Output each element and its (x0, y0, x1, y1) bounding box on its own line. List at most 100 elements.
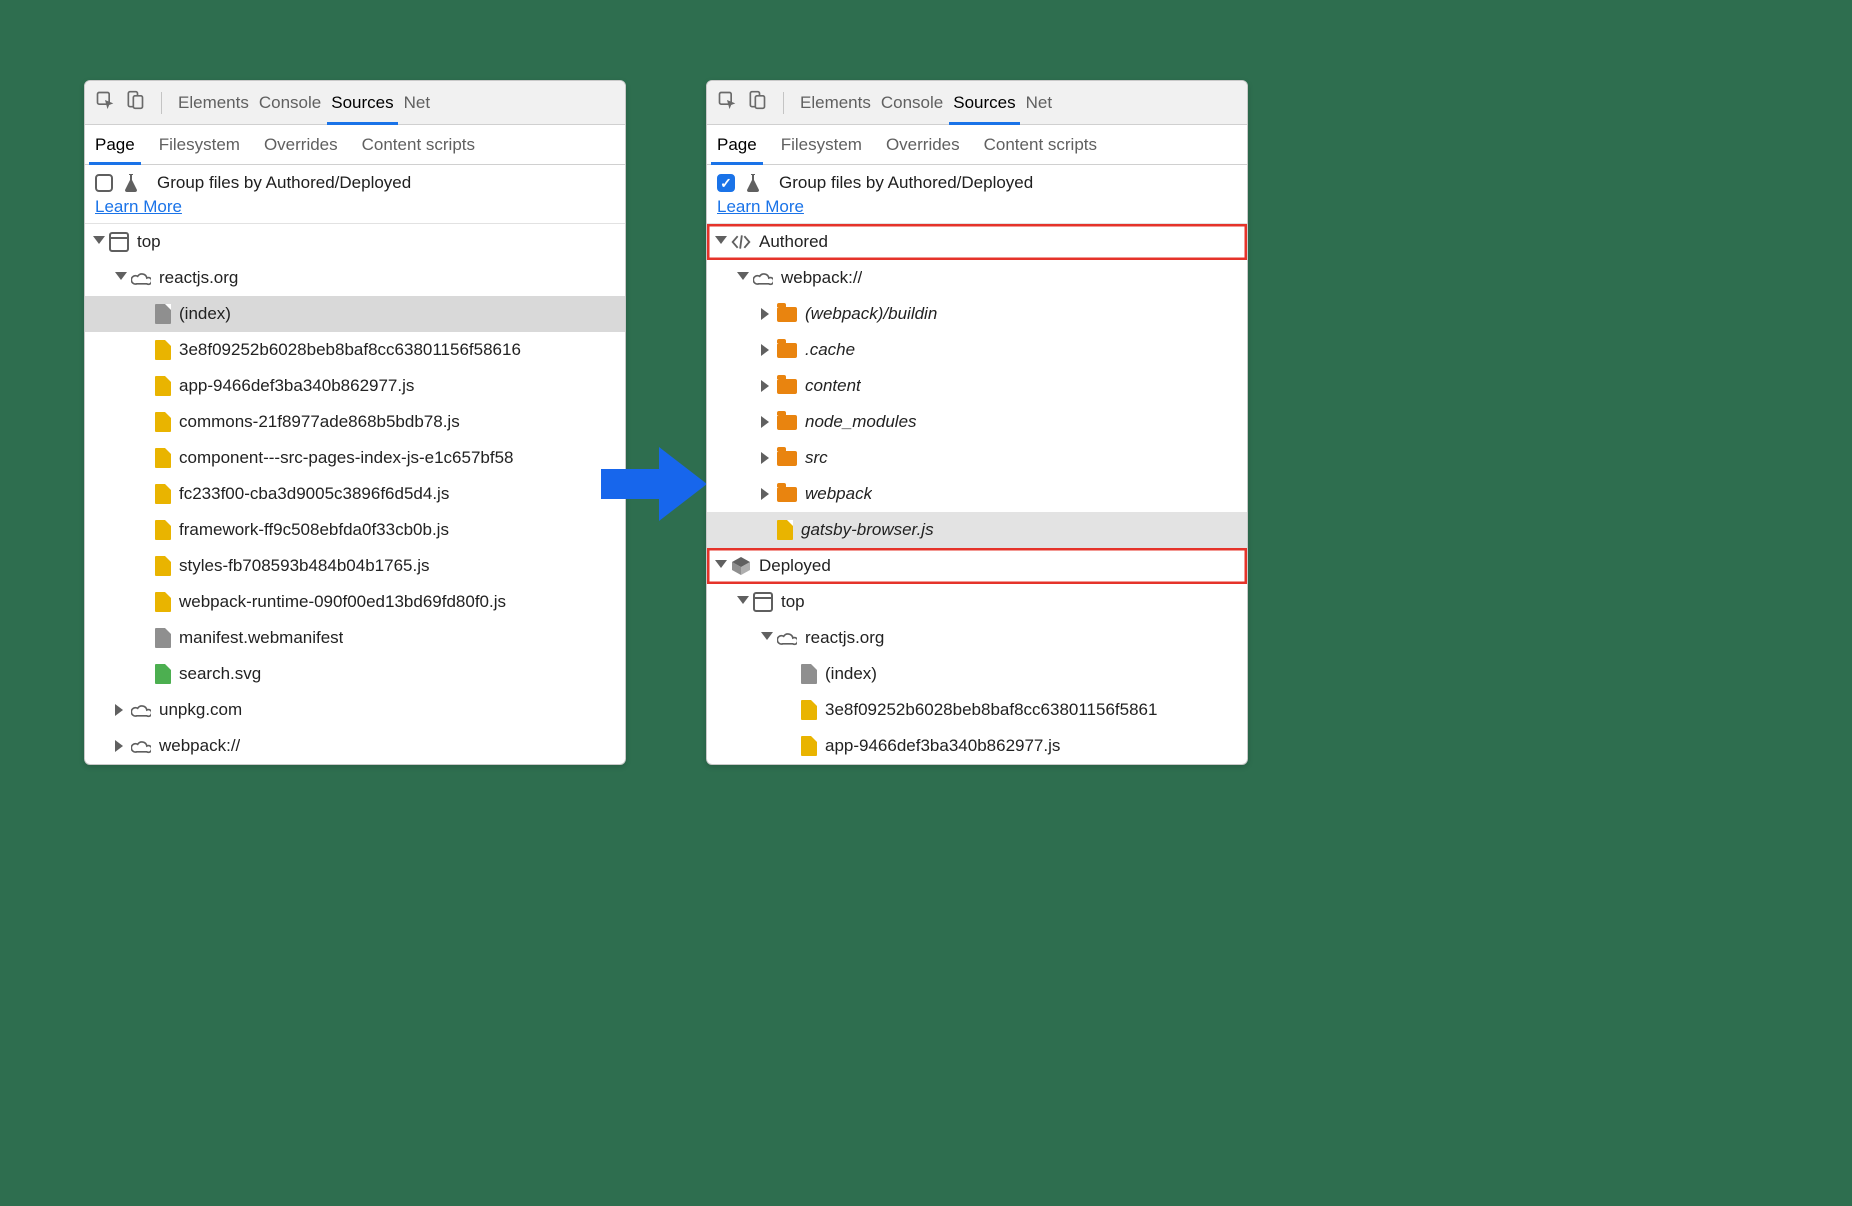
group-label: Group files by Authored/Deployed (157, 173, 411, 193)
tab-elements[interactable]: Elements (800, 93, 871, 113)
device-toggle-icon[interactable] (747, 90, 767, 115)
tree-group-authored[interactable]: Authored (707, 224, 1247, 260)
flask-icon (743, 173, 763, 193)
subtab-page[interactable]: Page (95, 125, 135, 164)
group-checkbox-checked[interactable]: ✓ (717, 174, 735, 192)
flask-icon (121, 173, 141, 193)
inspect-icon[interactable] (95, 90, 115, 115)
subtab-filesystem[interactable]: Filesystem (781, 135, 862, 155)
tree-domain-reactjs[interactable]: reactjs.org (85, 260, 625, 296)
tree-folder[interactable]: content (707, 368, 1247, 404)
tree-file[interactable]: webpack-runtime-090f00ed13bd69fd80f0.js (85, 584, 625, 620)
group-checkbox-unchecked[interactable] (95, 174, 113, 192)
chevron-down-icon (93, 236, 105, 248)
separator (161, 92, 162, 114)
subtab-content-scripts[interactable]: Content scripts (984, 135, 1097, 155)
learn-more-link[interactable]: Learn More (95, 197, 182, 217)
tab-console[interactable]: Console (881, 93, 943, 113)
chevron-right-icon (761, 380, 773, 392)
subtab-overrides[interactable]: Overrides (886, 135, 960, 155)
tree-folder[interactable]: (webpack)/buildin (707, 296, 1247, 332)
chevron-down-icon (737, 596, 749, 608)
tree-file-index[interactable]: (index) (707, 656, 1247, 692)
chevron-down-icon (715, 236, 727, 248)
folder-icon (777, 451, 797, 466)
separator (783, 92, 784, 114)
cloud-icon (131, 700, 151, 720)
transition-arrow-icon (601, 447, 721, 521)
js-file-icon (155, 484, 171, 504)
tree-top[interactable]: top (85, 224, 625, 260)
tree-file[interactable]: 3e8f09252b6028beb8baf8cc63801156f58616 (85, 332, 625, 368)
js-file-icon (155, 556, 171, 576)
tree-top[interactable]: top (707, 584, 1247, 620)
tree-domain-webpack[interactable]: webpack:// (707, 260, 1247, 296)
tree-file[interactable]: component---src-pages-index-js-e1c657bf5… (85, 440, 625, 476)
group-files-option: ✓ Group files by Authored/Deployed Learn… (707, 165, 1247, 224)
chevron-right-icon (115, 740, 127, 752)
frame-icon (109, 232, 129, 252)
device-toggle-icon[interactable] (125, 90, 145, 115)
tab-network[interactable]: Net (1026, 93, 1052, 113)
inspect-icon[interactable] (717, 90, 737, 115)
folder-icon (777, 307, 797, 322)
chevron-right-icon (115, 704, 127, 716)
chevron-right-icon (761, 488, 773, 500)
sources-sub-tabs: Page Filesystem Overrides Content script… (707, 125, 1247, 165)
js-file-icon (155, 592, 171, 612)
tab-console[interactable]: Console (259, 93, 321, 113)
devtools-panel-before: Elements Console Sources Net Page Filesy… (84, 80, 626, 765)
devtools-main-tabs: Elements Console Sources Net (707, 81, 1247, 125)
tree-folder[interactable]: .cache (707, 332, 1247, 368)
tree-domain-webpack[interactable]: webpack:// (85, 728, 625, 764)
tree-file[interactable]: styles-fb708593b484b04b1765.js (85, 548, 625, 584)
js-file-icon (155, 376, 171, 396)
learn-more-link[interactable]: Learn More (717, 197, 804, 217)
chevron-right-icon (761, 344, 773, 356)
cloud-icon (131, 268, 151, 288)
tree-group-deployed[interactable]: Deployed (707, 548, 1247, 584)
chevron-down-icon (761, 632, 773, 644)
tab-sources[interactable]: Sources (953, 81, 1015, 124)
tree-file[interactable]: app-9466def3ba340b862977.js (85, 368, 625, 404)
tree-file[interactable]: framework-ff9c508ebfda0f33cb0b.js (85, 512, 625, 548)
tree-file-index[interactable]: (index) (85, 296, 625, 332)
js-file-icon (155, 448, 171, 468)
tree-domain-reactjs[interactable]: reactjs.org (707, 620, 1247, 656)
chevron-right-icon (761, 452, 773, 464)
tree-domain-unpkg[interactable]: unpkg.com (85, 692, 625, 728)
tree-file[interactable]: app-9466def3ba340b862977.js (707, 728, 1247, 764)
code-icon (731, 232, 751, 252)
js-file-icon (155, 412, 171, 432)
tree-file[interactable]: commons-21f8977ade868b5bdb78.js (85, 404, 625, 440)
tree-file[interactable]: fc233f00-cba3d9005c3896f6d5d4.js (85, 476, 625, 512)
cloud-icon (131, 736, 151, 756)
folder-icon (777, 379, 797, 394)
folder-icon (777, 415, 797, 430)
tab-network[interactable]: Net (404, 93, 430, 113)
group-files-option: Group files by Authored/Deployed Learn M… (85, 165, 625, 224)
file-tree: top reactjs.org (index) 3e8f09252b6028be… (85, 224, 625, 764)
tree-folder[interactable]: webpack (707, 476, 1247, 512)
tree-file-search-svg[interactable]: search.svg (85, 656, 625, 692)
tab-sources[interactable]: Sources (331, 81, 393, 124)
chevron-down-icon (737, 272, 749, 284)
js-file-icon (801, 736, 817, 756)
tree-file[interactable]: 3e8f09252b6028beb8baf8cc63801156f5861 (707, 692, 1247, 728)
chevron-right-icon (761, 416, 773, 428)
subtab-filesystem[interactable]: Filesystem (159, 135, 240, 155)
tab-elements[interactable]: Elements (178, 93, 249, 113)
js-file-icon (801, 700, 817, 720)
subtab-page[interactable]: Page (717, 125, 757, 164)
cloud-icon (777, 628, 797, 648)
file-icon (155, 304, 171, 324)
tree-file-manifest[interactable]: manifest.webmanifest (85, 620, 625, 656)
js-file-icon (155, 520, 171, 540)
chevron-down-icon (115, 272, 127, 284)
subtab-overrides[interactable]: Overrides (264, 135, 338, 155)
group-label: Group files by Authored/Deployed (779, 173, 1033, 193)
tree-folder[interactable]: src (707, 440, 1247, 476)
tree-file-gatsby[interactable]: gatsby-browser.js (707, 512, 1247, 548)
subtab-content-scripts[interactable]: Content scripts (362, 135, 475, 155)
tree-folder[interactable]: node_modules (707, 404, 1247, 440)
